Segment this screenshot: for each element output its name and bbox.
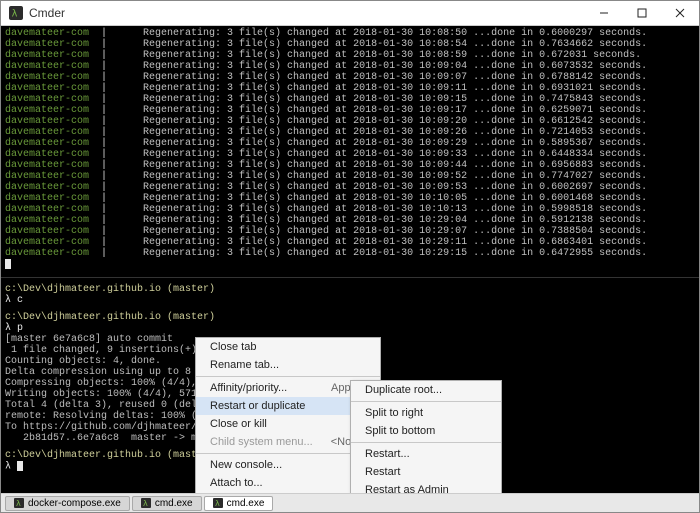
menu-item-label: Restart or duplicate [210,400,345,412]
pane-divider[interactable] [1,277,699,278]
log-msg: Regenerating: 3 file(s) changed at 2018-… [143,182,647,193]
console-icon: λ [141,498,151,508]
minimize-button[interactable] [585,1,623,25]
log-host: davemateer-com [5,50,89,61]
log-host: davemateer-com [5,116,89,127]
log-host: davemateer-com [5,149,89,160]
log-msg: Regenerating: 3 file(s) changed at 2018-… [143,149,647,160]
svg-text:λ: λ [16,499,21,508]
menu-item-label: Split to right [365,407,491,419]
log-msg: Regenerating: 3 file(s) changed at 2018-… [143,204,647,215]
terminal[interactable]: davemateer-com | Regenerating: 3 file(s)… [1,26,699,493]
svg-text:λ: λ [143,499,148,508]
titlebar: λ Cmder [1,1,699,26]
menu-item-label: Restart... [365,448,491,460]
menu-separator [351,401,501,402]
menu-item-label: Close or kill [210,418,345,430]
log-host: davemateer-com [5,39,89,50]
svg-text:λ: λ [215,499,220,508]
close-button[interactable] [661,1,699,25]
log-msg: Regenerating: 3 file(s) changed at 2018-… [143,193,647,204]
menu-item-label: Child system menu... [210,436,313,448]
log-msg: Regenerating: 3 file(s) changed at 2018-… [143,138,647,149]
log-host: davemateer-com [5,237,89,248]
menu-item-label: Rename tab... [210,359,370,371]
log-host: davemateer-com [5,171,89,182]
log-msg: Regenerating: 3 file(s) changed at 2018-… [143,215,647,226]
log-msg: Regenerating: 3 file(s) changed at 2018-… [143,83,647,94]
log-msg: Regenerating: 3 file(s) changed at 2018-… [143,61,647,72]
log-host: davemateer-com [5,182,89,193]
maximize-button[interactable] [623,1,661,25]
log-host: davemateer-com [5,204,89,215]
menu-item[interactable]: Split to bottom [351,422,501,440]
app-window: λ Cmder davemateer-com | Regenerating: 3… [0,0,700,513]
menu-item[interactable]: Rename tab... [196,356,380,374]
log-host: davemateer-com [5,94,89,105]
log-host: davemateer-com [5,28,89,39]
tab-label: cmd.exe [155,498,193,509]
log-host: davemateer-com [5,226,89,237]
log-msg: Regenerating: 3 file(s) changed at 2018-… [143,28,647,39]
console-icon: λ [14,498,24,508]
restart-duplicate-submenu[interactable]: Duplicate root... Split to right Split to … [350,380,502,493]
log-msg: Regenerating: 3 file(s) changed at 2018-… [143,226,647,237]
log-host: davemateer-com [5,248,89,259]
log-host: davemateer-com [5,160,89,171]
log-host: davemateer-com [5,83,89,94]
tab-bar: λ docker-compose.exe λ cmd.exe λ cmd.exe [1,493,699,512]
menu-item[interactable]: Restart... [351,445,501,463]
app-icon: λ [9,6,23,20]
log-msg: Regenerating: 3 file(s) changed at 2018-… [143,237,647,248]
log-host: davemateer-com [5,105,89,116]
menu-separator [196,376,380,377]
menu-item-label: Attach to... [210,477,370,489]
log-msg: Regenerating: 3 file(s) changed at 2018-… [143,94,647,105]
menu-item[interactable]: Close tab [196,338,380,356]
log-host: davemateer-com [5,138,89,149]
cursor [5,259,11,269]
log-msg: Regenerating: 3 file(s) changed at 2018-… [143,127,647,138]
menu-item-label: Restart as Admin [365,484,491,493]
log-msg: Regenerating: 3 file(s) changed at 2018-… [143,116,647,127]
menu-item-label: Duplicate root... [365,384,491,396]
app-title: Cmder [29,6,65,20]
tab-label: docker-compose.exe [28,498,121,509]
menu-item[interactable]: Restart as Admin [351,481,501,493]
menu-item-label: Restart [365,466,491,478]
tab-label: cmd.exe [227,498,265,509]
log-host: davemateer-com [5,193,89,204]
menu-separator [351,442,501,443]
log-msg: Regenerating: 3 file(s) changed at 2018-… [143,39,647,50]
log-msg: Regenerating: 3 file(s) changed at 2018-… [143,160,647,171]
menu-item-label: Affinity/priority... [210,382,313,394]
svg-text:λ: λ [12,9,18,20]
log-host: davemateer-com [5,127,89,138]
log-msg: Regenerating: 3 file(s) changed at 2018-… [143,50,641,61]
menu-item[interactable]: Split to right [351,404,501,422]
log-msg: Regenerating: 3 file(s) changed at 2018-… [143,72,647,83]
cursor [17,461,23,471]
tab[interactable]: λ docker-compose.exe [5,496,130,511]
menu-item-label: New console... [210,459,370,471]
menu-item-label: Close tab [210,341,370,353]
log-host: davemateer-com [5,72,89,83]
menu-item[interactable]: Duplicate root... [351,381,501,399]
menu-item-label: Split to bottom [365,425,491,437]
menu-item[interactable]: Restart [351,463,501,481]
log-host: davemateer-com [5,215,89,226]
log-host: davemateer-com [5,61,89,72]
tab[interactable]: λ cmd.exe [204,496,274,511]
tab[interactable]: λ cmd.exe [132,496,202,511]
log-msg: Regenerating: 3 file(s) changed at 2018-… [143,105,647,116]
console-icon: λ [213,498,223,508]
log-msg: Regenerating: 3 file(s) changed at 2018-… [143,248,647,259]
log-msg: Regenerating: 3 file(s) changed at 2018-… [143,171,647,182]
